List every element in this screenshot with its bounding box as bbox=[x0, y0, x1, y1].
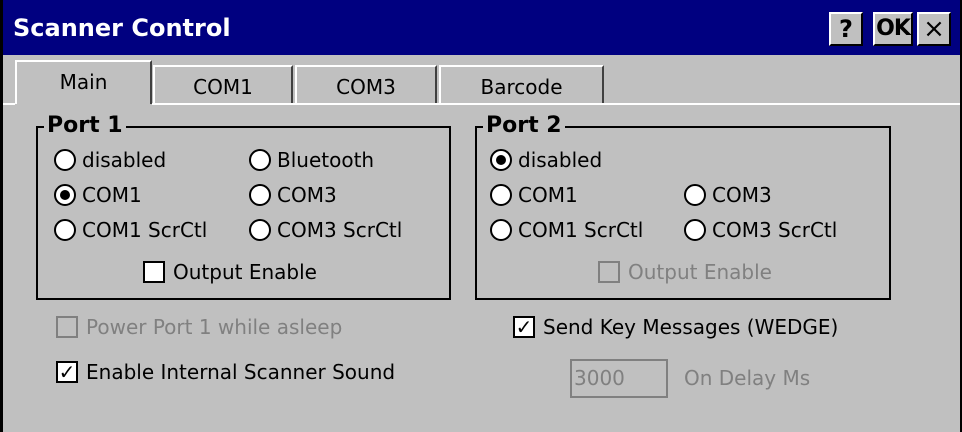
radio-button[interactable] bbox=[684, 219, 706, 241]
checkbox-label: Power Port 1 while asleep bbox=[86, 315, 343, 339]
radio-label: COM1 bbox=[82, 183, 142, 207]
radio-label: disabled bbox=[82, 148, 167, 172]
radio-label: disabled bbox=[518, 148, 603, 172]
port1-radio-com1[interactable]: COM1 bbox=[54, 181, 142, 209]
checkbox-disabled bbox=[56, 316, 78, 338]
radio-label: COM1 ScrCtl bbox=[518, 218, 644, 242]
port2-output-enable: Output Enable bbox=[598, 258, 772, 286]
port1-radio-com3-scrctl[interactable]: COM3 ScrCtl bbox=[249, 216, 402, 244]
help-button[interactable]: ? bbox=[829, 12, 863, 46]
window-title: Scanner Control bbox=[13, 14, 231, 42]
on-delay-input: 3000 bbox=[570, 359, 668, 398]
port2-radio-com1-scrctl[interactable]: COM1 ScrCtl bbox=[490, 216, 643, 244]
checkbox-disabled bbox=[598, 261, 620, 283]
close-button[interactable]: × bbox=[917, 12, 951, 46]
enable-internal-scanner-sound[interactable]: ✓ Enable Internal Scanner Sound bbox=[56, 358, 395, 386]
tab-barcode-label: Barcode bbox=[480, 75, 563, 99]
port1-group-label: Port 1 bbox=[44, 113, 126, 139]
checkbox-label: Output Enable bbox=[628, 260, 772, 284]
radio-label: COM1 ScrCtl bbox=[82, 218, 208, 242]
send-key-messages-wedge[interactable]: ✓ Send Key Messages (WEDGE) bbox=[513, 313, 838, 341]
radio-button[interactable] bbox=[684, 184, 706, 206]
radio-button-selected[interactable] bbox=[54, 184, 76, 206]
radio-button[interactable] bbox=[490, 184, 512, 206]
tab-strip-line bbox=[152, 103, 960, 105]
port1-radio-com1-scrctl[interactable]: COM1 ScrCtl bbox=[54, 216, 207, 244]
tab-com1[interactable]: COM1 bbox=[153, 65, 293, 105]
radio-button-selected[interactable] bbox=[490, 149, 512, 171]
tab-barcode[interactable]: Barcode bbox=[439, 65, 604, 105]
checkbox-label: Output Enable bbox=[173, 260, 317, 284]
port2-radio-com3[interactable]: COM3 bbox=[684, 181, 772, 209]
checkbox[interactable] bbox=[143, 261, 165, 283]
radio-button[interactable] bbox=[490, 219, 512, 241]
tab-com3[interactable]: COM3 bbox=[295, 65, 437, 105]
tab-main-label: Main bbox=[59, 70, 108, 94]
port2-radio-disabled[interactable]: disabled bbox=[490, 146, 602, 174]
tab-com1-label: COM1 bbox=[193, 75, 253, 99]
checkbox-checked[interactable]: ✓ bbox=[513, 316, 535, 338]
port1-output-enable[interactable]: Output Enable bbox=[143, 258, 317, 286]
radio-button[interactable] bbox=[249, 149, 271, 171]
port2-group-label: Port 2 bbox=[483, 113, 565, 139]
port1-radio-disabled[interactable]: disabled bbox=[54, 146, 166, 174]
port2-radio-com1[interactable]: COM1 bbox=[490, 181, 578, 209]
tab-com3-label: COM3 bbox=[336, 75, 396, 99]
port2-radio-com3-scrctl[interactable]: COM3 ScrCtl bbox=[684, 216, 837, 244]
radio-button[interactable] bbox=[249, 184, 271, 206]
radio-label: COM3 bbox=[712, 183, 772, 207]
ok-button[interactable]: OK bbox=[873, 12, 913, 46]
checkbox-label: Enable Internal Scanner Sound bbox=[86, 360, 396, 384]
radio-label: COM1 bbox=[518, 183, 578, 207]
radio-button[interactable] bbox=[54, 149, 76, 171]
checkbox-label: Send Key Messages (WEDGE) bbox=[543, 315, 839, 339]
port1-radio-bluetooth[interactable]: Bluetooth bbox=[249, 146, 374, 174]
title-bar: Scanner Control ? OK × bbox=[3, 0, 960, 55]
radio-label: COM3 bbox=[277, 183, 337, 207]
checkbox-checked[interactable]: ✓ bbox=[56, 361, 78, 383]
port1-radio-com3[interactable]: COM3 bbox=[249, 181, 337, 209]
tab-main[interactable]: Main bbox=[15, 60, 152, 104]
radio-label: COM3 ScrCtl bbox=[712, 218, 838, 242]
radio-label: COM3 ScrCtl bbox=[277, 218, 403, 242]
radio-button[interactable] bbox=[54, 219, 76, 241]
radio-button[interactable] bbox=[249, 219, 271, 241]
on-delay-label: On Delay Ms bbox=[684, 366, 811, 390]
power-port1-asleep: Power Port 1 while asleep bbox=[56, 313, 342, 341]
scanner-control-window: Scanner Control ? OK × Main COM1 COM3 Ba… bbox=[0, 0, 962, 432]
radio-label: Bluetooth bbox=[277, 148, 375, 172]
tab-strip-line-left bbox=[3, 103, 15, 105]
